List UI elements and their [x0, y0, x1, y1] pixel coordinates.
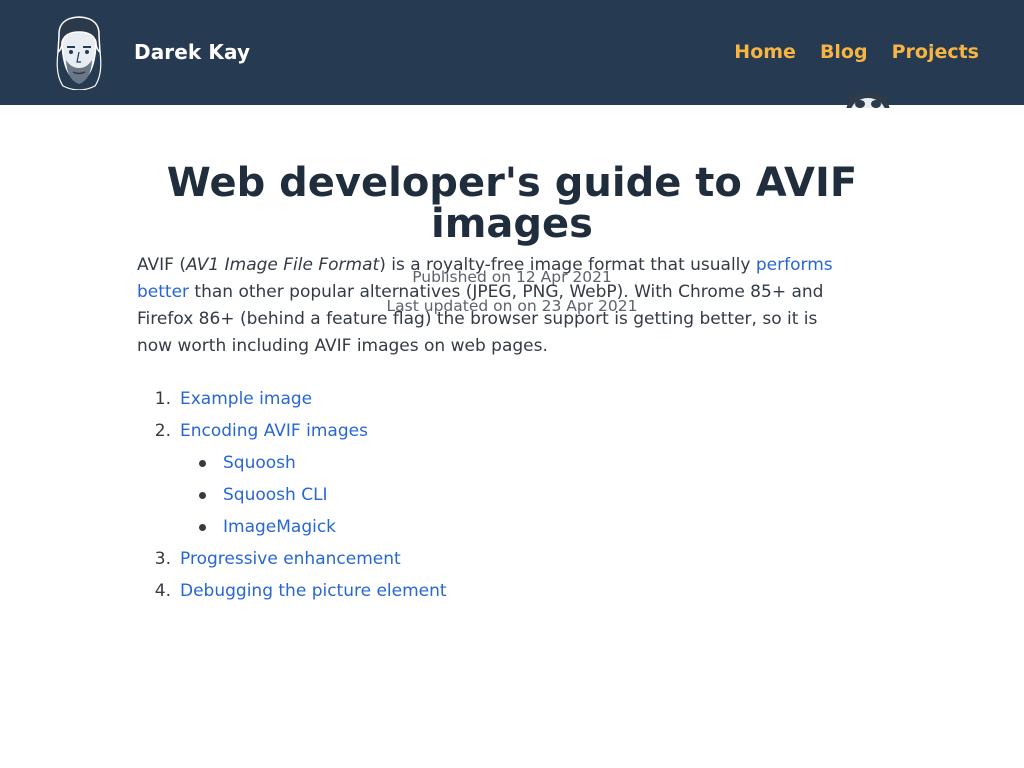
bullet-icon [199, 459, 206, 467]
nav-projects-link[interactable]: Projects [892, 38, 979, 66]
page-title: Web developer's guide to AVIF images [166, 160, 858, 247]
toc-link-squoosh-cli[interactable]: Squoosh CLI [223, 485, 328, 505]
toc-item: 4. Debugging the picture element [137, 575, 857, 607]
toc-number: 2. [154, 421, 171, 441]
toc-link-squoosh[interactable]: Squoosh [223, 453, 296, 473]
toc-link-progressive-enhancement[interactable]: Progressive enhancement [180, 549, 401, 569]
toc-item: 1. Example image [137, 383, 857, 415]
toc-subitem: Squoosh [199, 447, 857, 479]
toc-number: 3. [154, 549, 171, 569]
intro-text-1: AVIF ( [137, 255, 186, 275]
toc-item: 3. Progressive enhancement [137, 543, 857, 575]
toc-link-imagemagick[interactable]: ImageMagick [223, 517, 336, 537]
toc-item: 2. Encoding AVIF images [137, 415, 857, 447]
toc-link-encoding-avif[interactable]: Encoding AVIF images [180, 421, 368, 441]
avatar [56, 16, 102, 90]
nav-home-link[interactable]: Home [734, 38, 796, 66]
toc-link-example-image[interactable]: Example image [180, 389, 312, 409]
nav-blog-link[interactable]: Blog [820, 38, 868, 66]
intro-text-3: than other popular alternatives (JPEG, P… [137, 282, 824, 356]
main-nav: Home Blog Projects [734, 38, 979, 66]
toc-number: 1. [154, 389, 171, 409]
intro-emphasis: AV1 Image File Format [186, 255, 380, 275]
intro-text-2: ) is a royalty-free image format that us… [379, 255, 756, 275]
toc-sublist: Squoosh Squoosh CLI ImageMagick [137, 447, 857, 543]
table-of-contents: 1. Example image 2. Encoding AVIF images… [137, 383, 857, 607]
brand-home-link[interactable]: Darek Kay [53, 14, 250, 90]
bullet-icon [199, 491, 206, 499]
brand-name: Darek Kay [134, 40, 251, 64]
toc-number: 4. [154, 581, 171, 601]
bullet-icon [199, 523, 206, 531]
toc-link-debugging-picture[interactable]: Debugging the picture element [180, 581, 447, 601]
toc-subitem: ImageMagick [199, 511, 857, 543]
toc-subitem: Squoosh CLI [199, 479, 857, 511]
intro-paragraph: AVIF (AV1 Image File Format) is a royalt… [137, 252, 857, 360]
